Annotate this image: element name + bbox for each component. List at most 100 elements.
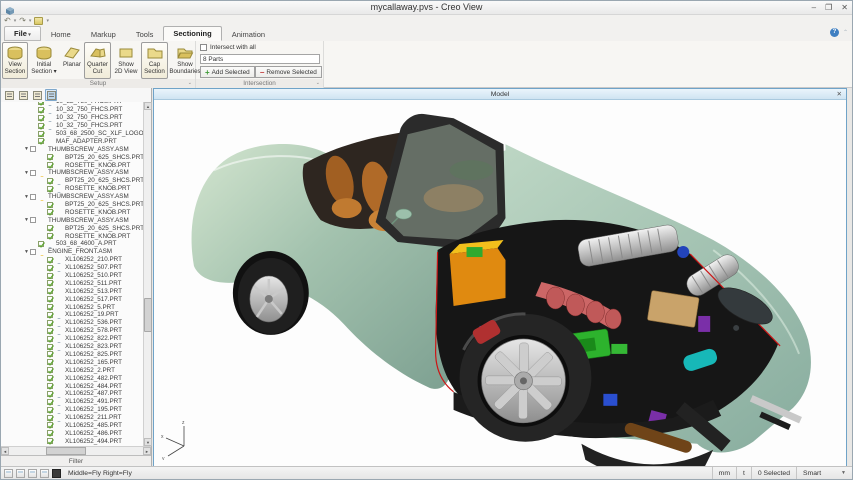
add-selected-button[interactable]: + Add Selected [200, 66, 255, 78]
view-section-button[interactable]: View Section [2, 42, 28, 79]
tree-row-part[interactable]: XL106252_487.PRT [1, 390, 143, 398]
tree-row-part[interactable]: XL106252_511.PRT [1, 279, 143, 287]
tab-markup[interactable]: Markup [81, 27, 126, 41]
tree-row-part[interactable]: XL106252_536.PRT [1, 319, 143, 327]
tree-row-part[interactable]: XL106252_485.PRT [1, 422, 143, 430]
remove-selected-button[interactable]: − Remove Selected [255, 66, 322, 78]
rear-wheel[interactable] [233, 251, 309, 335]
layout-toggle-icon-2[interactable] [16, 469, 25, 478]
scroll-down-icon[interactable]: ▼ [144, 438, 152, 446]
tree-row-part[interactable]: XL106252_210.PRT [1, 256, 143, 264]
help-icon[interactable]: ? [830, 28, 839, 37]
undo-icon[interactable]: ↶ [4, 16, 11, 26]
tree-vertical-scrollbar[interactable]: ▲ ▼ [143, 102, 151, 446]
purple-part-1[interactable] [698, 316, 710, 332]
tree-row-part[interactable]: ROSETTE_KNOB.PRT [1, 208, 143, 216]
tab-sectioning[interactable]: Sectioning [163, 26, 221, 41]
tree-row-part[interactable]: XL106252_5.PRT [1, 303, 143, 311]
visibility-checkbox[interactable] [47, 383, 53, 389]
tree-row-assembly[interactable]: ▼THUMBSCREW_ASSY.ASM [1, 169, 143, 177]
layout-toggle-icon-1[interactable] [4, 469, 13, 478]
tree-row-part[interactable]: XL106252_2.PRT [1, 366, 143, 374]
visibility-checkbox[interactable] [47, 225, 53, 231]
visibility-checkbox[interactable] [47, 320, 53, 326]
visibility-checkbox[interactable] [47, 312, 53, 318]
visibility-checkbox[interactable] [30, 194, 36, 200]
visibility-checkbox[interactable] [47, 288, 53, 294]
visibility-checkbox[interactable] [38, 138, 44, 144]
visibility-checkbox[interactable] [47, 304, 53, 310]
visibility-checkbox[interactable] [47, 186, 53, 192]
front-bumper-lower[interactable] [581, 444, 713, 466]
tree-row-part[interactable]: XL106252_822.PRT [1, 335, 143, 343]
viewport-canvas[interactable]: z x y [154, 100, 846, 466]
visibility-checkbox[interactable] [47, 399, 53, 405]
visibility-checkbox[interactable] [38, 115, 44, 121]
visibility-checkbox[interactable] [47, 273, 53, 279]
collapse-caret-icon[interactable]: ▼ [23, 249, 30, 255]
collapse-caret-icon[interactable]: ▼ [23, 170, 30, 176]
visibility-checkbox[interactable] [47, 438, 53, 444]
visibility-checkbox[interactable] [47, 162, 53, 168]
tree-row-part[interactable]: ROSETTE_KNOB.PRT [1, 185, 143, 193]
quarter-cut-button[interactable]: Quarter Cut [84, 42, 111, 79]
visibility-checkbox[interactable] [47, 209, 53, 215]
initial-section-button[interactable]: Initial Section ▾ [28, 42, 60, 79]
tree-row-part[interactable]: XL106252_165.PRT [1, 358, 143, 366]
close-icon[interactable]: ✕ [841, 2, 848, 14]
scroll-up-icon[interactable]: ▲ [144, 102, 152, 110]
tree-row-part[interactable]: XL106252_510.PRT [1, 272, 143, 280]
visibility-checkbox[interactable] [47, 391, 53, 397]
tree-row-part[interactable]: MAF_ADAPTER.PRT [1, 137, 143, 145]
show-2d-view-button[interactable]: Show 2D View [111, 42, 141, 79]
intersection-dialog-launcher-icon[interactable]: ⌄ [316, 79, 320, 88]
hscroll-thumb[interactable] [46, 447, 86, 455]
tree-row-part[interactable]: XL106252_513.PRT [1, 287, 143, 295]
planar-button[interactable]: Planar [60, 42, 84, 79]
viewport-close-icon[interactable]: ✕ [835, 89, 844, 100]
setup-dialog-launcher-icon[interactable]: ⌄ [188, 79, 192, 88]
visibility-checkbox[interactable] [30, 217, 36, 223]
tab-tools[interactable]: Tools [126, 27, 164, 41]
battery-box[interactable] [450, 240, 506, 306]
tree-row-part[interactable]: BPT25_20_625_SHCS.PRT [1, 177, 143, 185]
visibility-checkbox[interactable] [47, 233, 53, 239]
collapse-caret-icon[interactable]: ▼ [23, 217, 30, 223]
blue-fitting[interactable] [677, 246, 689, 258]
cap-section-button[interactable]: Cap Section [141, 42, 168, 79]
tree-row-part[interactable]: BPT25_20_625_SHCS.PRT [1, 224, 143, 232]
tree-row-assembly[interactable]: ▼THUMBSCREW_ASSY.ASM [1, 145, 143, 153]
visibility-checkbox[interactable] [47, 407, 53, 413]
visibility-checkbox[interactable] [38, 123, 44, 129]
scroll-left-icon[interactable]: ◄ [1, 447, 9, 455]
visibility-checkbox[interactable] [38, 102, 44, 105]
tree-row-part[interactable]: XL106252_507.PRT [1, 264, 143, 272]
visibility-checkbox[interactable] [47, 328, 53, 334]
layout-toggle-icon-4[interactable] [40, 469, 49, 478]
visibility-checkbox[interactable] [47, 422, 53, 428]
tab-animation[interactable]: Animation [222, 27, 275, 41]
tree-row-part[interactable]: ROSETTE_KNOB.PRT [1, 232, 143, 240]
visibility-checkbox[interactable] [47, 257, 53, 263]
collapse-caret-icon[interactable]: ▼ [23, 194, 30, 200]
tree-row-assembly[interactable]: ▼THUMBSCREW_ASSY.ASM [1, 216, 143, 224]
minimize-icon[interactable]: – [812, 2, 816, 14]
tree-row-assembly[interactable]: ▼THUMBSCREW_ASSY.ASM [1, 193, 143, 201]
view-dropdown-icon[interactable]: ▾ [46, 18, 49, 24]
vscroll-thumb[interactable] [144, 298, 152, 332]
collapse-caret-icon[interactable]: ▼ [23, 146, 30, 152]
tree-row-part[interactable]: 503_68_4600_A.PRT [1, 240, 143, 248]
background-color-icon[interactable] [52, 469, 61, 478]
visibility-checkbox[interactable] [47, 154, 53, 160]
tab-file[interactable]: File ▾ [4, 26, 41, 41]
undo-dropdown-icon[interactable]: ▾ [14, 18, 17, 24]
tree-row-part[interactable]: XL106252_484.PRT [1, 382, 143, 390]
views-icon[interactable] [17, 89, 29, 101]
selection-mode-dropdown[interactable]: Smart ▼ [796, 467, 852, 479]
tree-row-part[interactable]: XL106252_19.PRT [1, 311, 143, 319]
parts-panel-icon[interactable] [45, 89, 57, 101]
tree-row-part[interactable]: XL106252_195.PRT [1, 406, 143, 414]
visibility-checkbox[interactable] [47, 359, 53, 365]
tree-row-part[interactable]: XL106252_491.PRT [1, 398, 143, 406]
structure-icon[interactable] [3, 89, 15, 101]
